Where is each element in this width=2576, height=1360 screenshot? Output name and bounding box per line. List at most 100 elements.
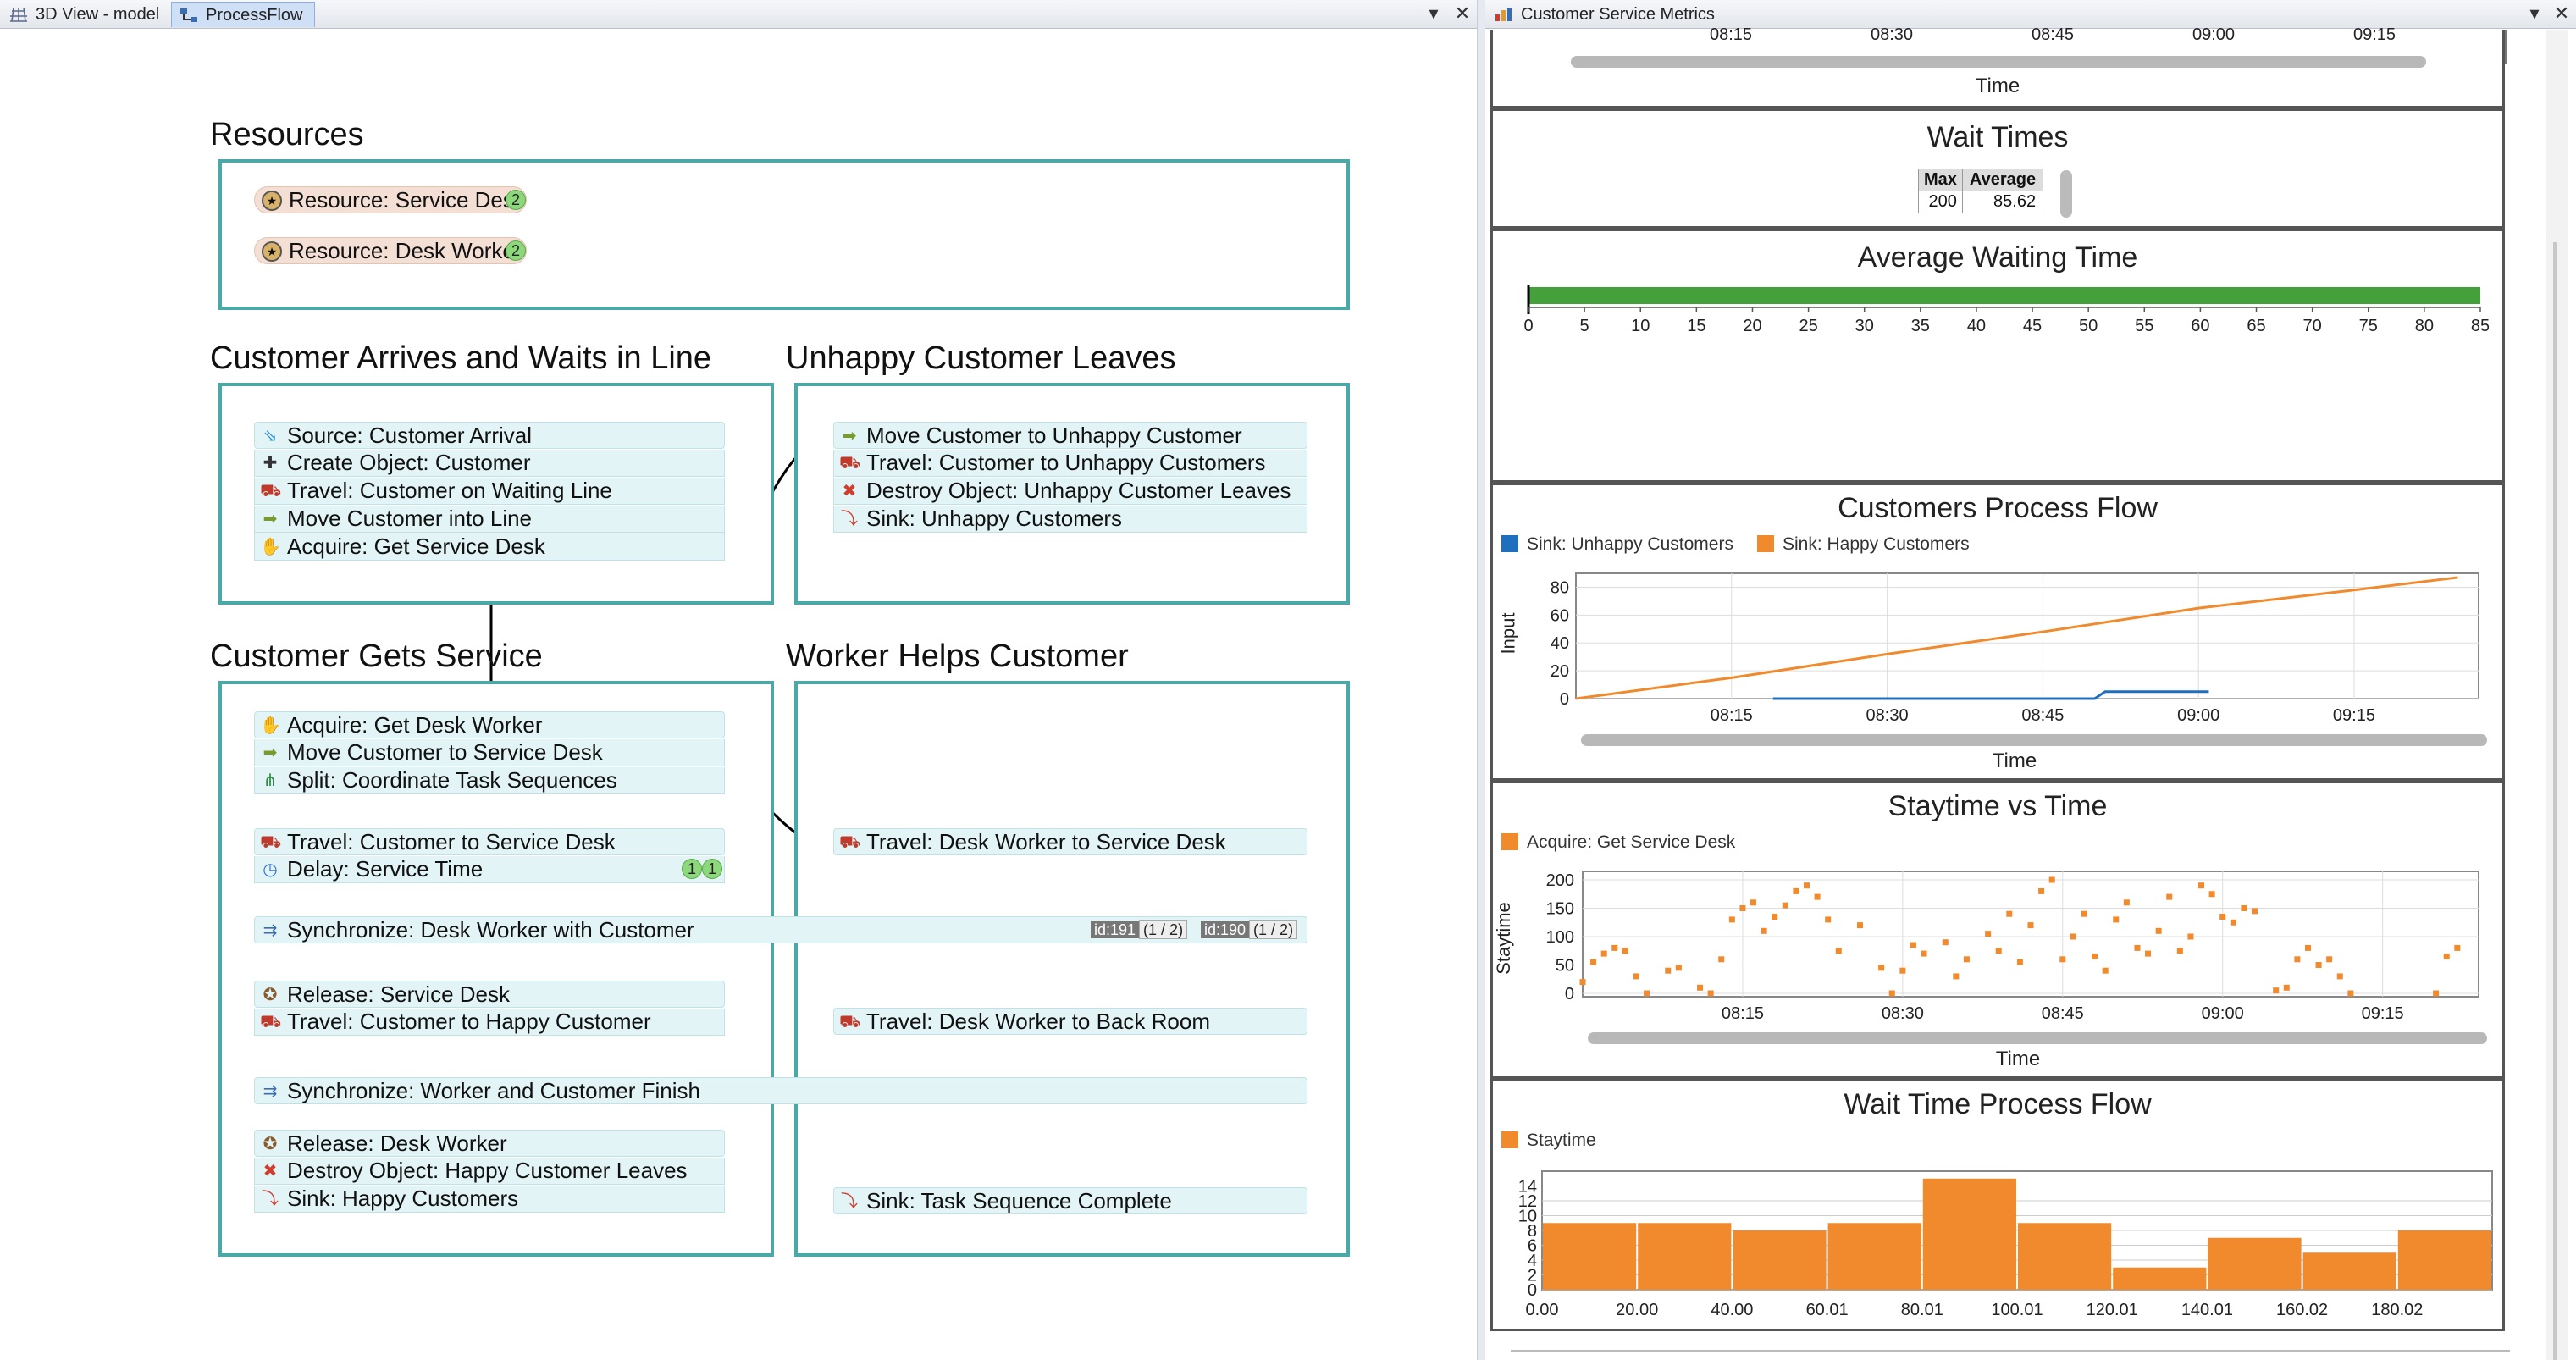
scatter-point	[1985, 931, 1992, 937]
table-cell: 200	[1918, 191, 1963, 213]
x-tick-label: 08:45	[2032, 25, 2075, 44]
travel-icon: ⛟	[839, 833, 861, 852]
scatter-point	[1814, 893, 1821, 900]
activity-sink-happy-customers[interactable]: ⤵ Sink: Happy Customers	[254, 1186, 725, 1213]
x-tick-label: 09:15	[2353, 25, 2396, 44]
gauge-tick-label: 65	[2247, 317, 2265, 335]
activity-travel-customer-on-waiting-line[interactable]: ⛟ Travel: Customer on Waiting Line	[254, 478, 725, 505]
y-tick-label: 0	[1528, 1281, 1537, 1300]
activity-travel-desk-worker-to-back-room[interactable]: ⛟ Travel: Desk Worker to Back Room	[833, 1008, 1307, 1035]
x-tick-label: 08:45	[2042, 1004, 2084, 1023]
horizontal-scrollbar[interactable]	[1511, 1350, 2510, 1352]
resources-container[interactable]	[218, 159, 1350, 310]
time-scrollbar[interactable]	[1581, 734, 2487, 746]
token-id-tag[interactable]: id:191 (1 / 2)	[1091, 919, 1188, 941]
scatter-point	[1622, 948, 1628, 954]
activity-delay-service-time[interactable]: ◷ Delay: Service Time 1 1	[254, 856, 725, 883]
unhappy-title: Unhappy Customer Leaves	[786, 340, 1176, 376]
scatter-point	[1718, 956, 1725, 963]
travel-icon: ⛟	[260, 833, 282, 852]
wait-times-panel: Wait Times Max Average 200 85.62	[1490, 108, 2505, 229]
x-axis-label: Time	[1975, 75, 2020, 97]
gauge-tick-label: 55	[2135, 317, 2153, 335]
resource-icon: ★	[262, 241, 282, 262]
activity-travel-customer-to-happy-customer[interactable]: ⛟ Travel: Customer to Happy Customer	[254, 1009, 725, 1036]
resource-count-badge: 2	[506, 240, 526, 261]
x-axis-label: Time	[1992, 749, 2037, 772]
scrollbar-thumb[interactable]	[2553, 242, 2557, 1360]
scatter-point	[1665, 967, 1672, 974]
activity-travel-desk-worker-to-service-desk[interactable]: ⛟ Travel: Desk Worker to Service Desk	[833, 828, 1307, 855]
resource-desk-worker[interactable]: ★ Resource: Desk Worke 2	[254, 237, 527, 264]
scatter-point	[2038, 887, 2045, 894]
x-tick-label: 09:00	[2192, 25, 2236, 44]
scatter-point	[1772, 914, 1778, 920]
token-count-badge[interactable]: 1	[702, 859, 722, 879]
table-scrollbar[interactable]	[2060, 170, 2072, 218]
activity-sink-task-sequence-complete[interactable]: ⤵ Sink: Task Sequence Complete	[833, 1187, 1307, 1214]
y-tick-label: 0	[1560, 690, 1569, 709]
histogram-bar	[1922, 1178, 2016, 1290]
activity-release-desk-worker[interactable]: ✪ Release: Desk Worker	[254, 1130, 725, 1157]
x-tick-label: 100.01	[1991, 1301, 2043, 1319]
activity-destroy-object-happy-customer-leaves[interactable]: ✖ Destroy Object: Happy Customer Leaves	[254, 1158, 725, 1185]
activity-travel-customer-to-service-desk[interactable]: ⛟ Travel: Customer to Service Desk	[254, 828, 725, 855]
scatter-point	[1963, 956, 1970, 963]
scatter-point	[2187, 933, 2194, 940]
histogram-bar	[1543, 1223, 1637, 1290]
tab-label: Customer Service Metrics	[1521, 5, 1715, 24]
tab-customer-service-metrics[interactable]: Customer Service Metrics	[1487, 2, 1733, 27]
table-header: Average	[1961, 169, 2044, 191]
activity-move-customer-to-service-desk[interactable]: ➡ Move Customer to Service Desk	[254, 739, 725, 766]
legend-swatch	[1501, 535, 1518, 552]
token-count-badge[interactable]: 1	[682, 859, 702, 879]
legend-item: Sink: Happy Customers	[1757, 534, 1970, 555]
histogram-bar	[2208, 1237, 2302, 1290]
customers-process-flow-title: Customers Process Flow	[1838, 492, 2158, 524]
destroy-object-icon: ✖	[263, 1162, 278, 1180]
activity-acquire-get-service-desk[interactable]: ✋ Acquire: Get Service Desk	[254, 533, 725, 561]
activity-sink-unhappy-customers[interactable]: ⤵ Sink: Unhappy Customers	[833, 506, 1307, 533]
staytime-scatter-chart: 200 150 100 50 0 08:15 08:30 08:45 09:00 09:15	[1546, 871, 2479, 1023]
scatter-point	[2198, 882, 2205, 889]
activity-split-coordinate-task-sequences[interactable]: ⋔ Split: Coordinate Task Sequences	[254, 767, 725, 794]
release-icon: ✪	[263, 986, 278, 1004]
dashboard-chart-icon	[1495, 8, 1512, 21]
legend-swatch	[1501, 833, 1518, 850]
scatter-point	[2208, 891, 2215, 898]
activity-release-service-desk[interactable]: ✪ Release: Service Desk	[254, 981, 725, 1008]
activity-destroy-object-unhappy-customer-leaves[interactable]: ✖ Destroy Object: Unhappy Customer Leaves	[833, 478, 1307, 505]
scatter-point	[2283, 984, 2290, 991]
x-tick-label: 0.00	[1526, 1301, 1559, 1319]
activity-move-customer-to-unhappy-customer[interactable]: ➡ Move Customer to Unhappy Customer	[833, 422, 1307, 449]
scatter-point	[1856, 922, 1863, 929]
y-tick-label: 40	[1551, 634, 1569, 653]
gauge-tick-label: 40	[1967, 317, 1986, 335]
activity-acquire-get-desk-worker[interactable]: ✋ Acquire: Get Desk Worker	[254, 711, 725, 738]
token-id-tag[interactable]: id:190 (1 / 2)	[1201, 919, 1298, 941]
worker-container[interactable]	[794, 681, 1350, 1257]
activity-move-customer-into-line[interactable]: ➡ Move Customer into Line	[254, 506, 725, 533]
scatter-point	[2454, 944, 2461, 951]
tab-dropdown-icon[interactable]: ▾	[2523, 2, 2546, 25]
activity-source-customer-arrival[interactable]: ⇘ Source: Customer Arrival	[254, 422, 725, 449]
scatter-point	[2336, 973, 2343, 980]
scatter-point	[2016, 959, 2023, 965]
scatter-point	[2252, 908, 2258, 915]
synchronize-worker-and-customer-finish[interactable]: ⇉ Synchronize: Worker and Customer Finis…	[254, 1077, 1307, 1104]
synchronize-icon: ⇉	[263, 921, 278, 940]
time-scrollbar[interactable]	[1571, 56, 2426, 68]
resource-service-desk[interactable]: ★ Resource: Service Des 2	[254, 186, 527, 213]
x-tick-label: 08:15	[1711, 706, 1753, 725]
travel-icon: ⛟	[839, 1013, 861, 1031]
time-scrollbar[interactable]	[1588, 1032, 2487, 1044]
vertical-scrollbar[interactable]	[2546, 30, 2568, 1360]
x-tick-label: 09:15	[2362, 1004, 2404, 1023]
activity-travel-customer-to-unhappy-customers[interactable]: ⛟ Travel: Customer to Unhappy Customers	[833, 450, 1307, 477]
legend-swatch	[1757, 535, 1774, 552]
gauge-tick-label: 50	[2079, 317, 2098, 335]
scatter-point	[1804, 882, 1810, 889]
close-icon[interactable]: ✕	[2551, 2, 2573, 25]
scatter-point	[2443, 953, 2450, 959]
activity-create-object-customer[interactable]: ✚ Create Object: Customer	[254, 450, 725, 477]
